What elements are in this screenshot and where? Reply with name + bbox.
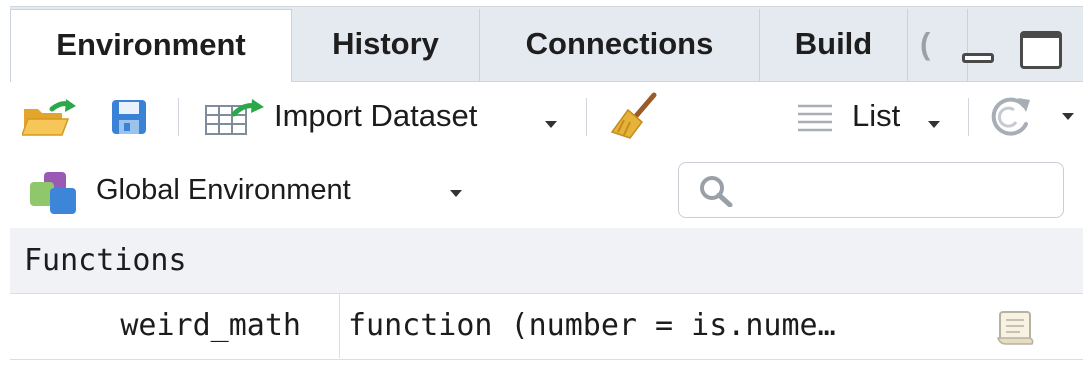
open-folder-icon[interactable] bbox=[22, 99, 78, 137]
environment-toolbar: Import Dataset List bbox=[10, 82, 1083, 153]
import-dataset-icon[interactable] bbox=[204, 98, 266, 136]
list-dropdown-caret[interactable] bbox=[928, 121, 940, 128]
import-dropdown-caret[interactable] bbox=[545, 121, 557, 128]
environment-icon bbox=[30, 172, 76, 214]
table-row[interactable]: weird_math function (number = is.nume… bbox=[10, 294, 1083, 360]
search-icon bbox=[700, 176, 733, 207]
list-view-button[interactable]: List bbox=[852, 96, 900, 136]
tab-build[interactable]: Build bbox=[760, 9, 908, 83]
tab-history[interactable]: History bbox=[292, 9, 480, 83]
toolbar-separator bbox=[178, 98, 179, 136]
maximize-pane-button[interactable] bbox=[1020, 31, 1062, 69]
refresh-icon[interactable] bbox=[988, 94, 1034, 140]
tab-environment[interactable]: Environment bbox=[10, 9, 292, 85]
view-function-icon[interactable] bbox=[996, 308, 1036, 346]
section-title: Functions bbox=[24, 243, 187, 278]
environment-dropdown-caret[interactable] bbox=[450, 190, 462, 197]
save-icon[interactable] bbox=[110, 98, 148, 136]
refresh-dropdown-caret[interactable] bbox=[1062, 113, 1074, 120]
environment-pane: Environment History Connections Build ( bbox=[10, 6, 1083, 360]
search-input[interactable] bbox=[739, 171, 1053, 211]
minimize-pane-button[interactable] bbox=[962, 31, 996, 65]
list-icon bbox=[798, 104, 832, 132]
broom-icon[interactable] bbox=[610, 92, 660, 140]
environment-selector-bar: Global Environment bbox=[10, 152, 1083, 229]
tab-overflow[interactable]: ( bbox=[908, 9, 968, 83]
tab-connections[interactable]: Connections bbox=[480, 9, 760, 83]
toolbar-separator bbox=[968, 98, 969, 136]
import-dataset-button[interactable]: Import Dataset bbox=[274, 96, 477, 136]
object-value: function (number = is.nume… bbox=[348, 308, 836, 343]
search-box[interactable] bbox=[678, 162, 1064, 218]
toolbar-separator bbox=[586, 98, 587, 136]
tab-strip: Environment History Connections Build ( bbox=[10, 6, 1083, 85]
object-name[interactable]: weird_math bbox=[10, 294, 340, 358]
section-header-functions: Functions bbox=[10, 228, 1083, 294]
global-environment-dropdown[interactable]: Global Environment bbox=[96, 170, 351, 210]
